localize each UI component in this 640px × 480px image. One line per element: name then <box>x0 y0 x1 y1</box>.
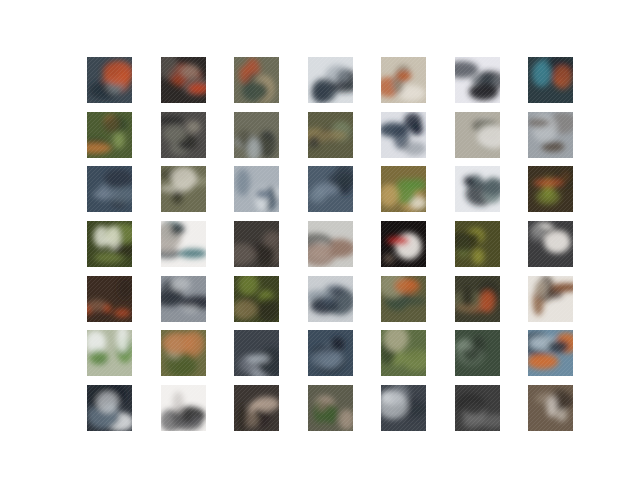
generated-sample-tile <box>87 385 132 432</box>
generated-sample-tile <box>528 166 573 213</box>
generated-sample-tile <box>454 166 500 213</box>
generated-sample-tile <box>87 221 132 268</box>
generated-sample-tile <box>381 57 426 103</box>
generated-sample-tile <box>160 111 206 158</box>
generated-sample-tile <box>528 221 573 268</box>
generated-sample-tile <box>234 57 279 103</box>
generated-sample-tile <box>528 385 573 432</box>
generated-sample-tile <box>381 221 426 268</box>
sample-image-grid <box>87 57 573 432</box>
generated-sample-tile <box>528 330 573 377</box>
generated-sample-tile <box>307 166 353 213</box>
generated-sample-tile <box>454 330 500 377</box>
generated-sample-tile <box>160 57 206 103</box>
generated-sample-tile <box>381 330 426 377</box>
generated-sample-tile <box>234 111 279 158</box>
generated-sample-tile <box>87 330 132 377</box>
generated-sample-tile <box>307 275 353 322</box>
generated-sample-tile <box>87 111 132 158</box>
generated-sample-tile <box>381 275 426 322</box>
generated-sample-tile <box>160 221 206 268</box>
generated-sample-tile <box>87 57 132 103</box>
generated-sample-tile <box>528 111 573 158</box>
generated-sample-tile <box>87 275 132 322</box>
generated-sample-tile <box>454 111 500 158</box>
generated-sample-tile <box>454 385 500 432</box>
generated-sample-tile <box>160 275 206 322</box>
generated-sample-tile <box>234 385 279 432</box>
generated-sample-tile <box>160 330 206 377</box>
generated-sample-tile <box>234 221 279 268</box>
generated-sample-tile <box>234 275 279 322</box>
generated-sample-tile <box>307 111 353 158</box>
generated-sample-tile <box>454 221 500 268</box>
generated-sample-tile <box>528 57 573 103</box>
generated-sample-tile <box>381 166 426 213</box>
generated-sample-tile <box>381 385 426 432</box>
generated-sample-tile <box>307 330 353 377</box>
generated-sample-tile <box>160 385 206 432</box>
generated-sample-tile <box>381 111 426 158</box>
generated-sample-tile <box>307 57 353 103</box>
generated-sample-tile <box>528 275 573 322</box>
generated-sample-tile <box>454 275 500 322</box>
generated-sample-tile <box>307 385 353 432</box>
generated-sample-tile <box>454 57 500 103</box>
generated-sample-tile <box>160 166 206 213</box>
generated-sample-tile <box>87 166 132 213</box>
generated-sample-tile <box>234 330 279 377</box>
generated-sample-tile <box>307 221 353 268</box>
generated-sample-tile <box>234 166 279 213</box>
